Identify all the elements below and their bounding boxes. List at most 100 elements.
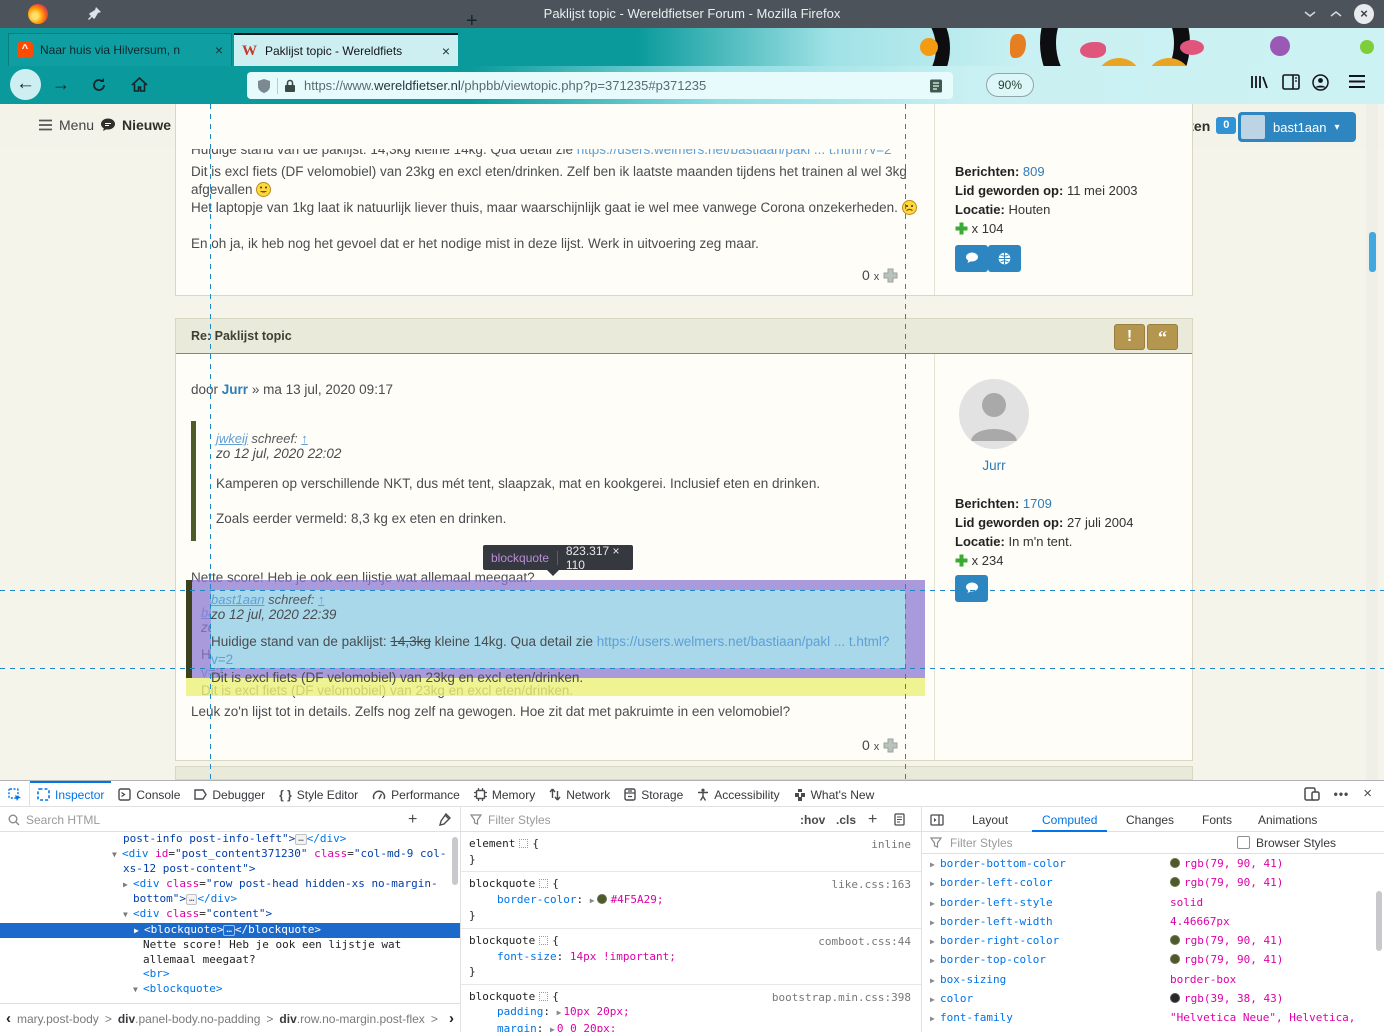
account-icon[interactable]: [1312, 74, 1329, 91]
side-tab-fonts[interactable]: Fonts: [1192, 807, 1242, 832]
url-bar[interactable]: https://www.wereldfietser.nl/phpbb/viewt…: [247, 72, 953, 99]
markup-view[interactable]: post-info post-info-left">…</div> ▼<div …: [0, 832, 460, 1003]
rule-blockquote-bootstrap[interactable]: blockquote{bootstrap.min.css:398 padding…: [461, 985, 921, 1032]
tab-close-icon[interactable]: ×: [215, 42, 223, 58]
minimize-button[interactable]: [1300, 4, 1320, 24]
rule-source[interactable]: inline: [871, 837, 911, 853]
tab-debugger[interactable]: Debugger: [187, 781, 272, 806]
breadcrumb-back-icon[interactable]: ‹: [6, 1010, 11, 1027]
selected-node-blockquote[interactable]: ▶<blockquote>…</blockquote>: [0, 923, 460, 939]
menu-hamburger-icon[interactable]: [1348, 74, 1366, 89]
rule-source[interactable]: bootstrap.min.css:398: [772, 990, 911, 1006]
responsive-mode-icon[interactable]: [1304, 787, 1320, 801]
highlight-target-icon[interactable]: [539, 879, 548, 888]
expander-icon[interactable]: ▼: [123, 908, 133, 923]
page-scrollbar-thumb[interactable]: [1369, 232, 1376, 272]
tab-console[interactable]: Console: [111, 781, 187, 806]
rule-source[interactable]: comboot.css:44: [818, 934, 911, 950]
breadcrumb[interactable]: ‹ mary.post-body > div.panel-body.no-pad…: [0, 1003, 460, 1032]
tab-storage[interactable]: Storage: [617, 781, 690, 806]
post2-pm-button[interactable]: [955, 575, 988, 602]
reload-button[interactable]: [86, 72, 112, 98]
post2-avatar[interactable]: [959, 379, 1029, 449]
author-link[interactable]: Jurr: [222, 382, 248, 397]
breadcrumb-forward-icon[interactable]: ›: [449, 1010, 454, 1027]
breadcrumb-item[interactable]: mary.post-body: [17, 1012, 99, 1026]
add-node-button[interactable]: +: [408, 807, 417, 832]
side-tab-changes[interactable]: Changes: [1116, 807, 1184, 832]
home-button[interactable]: [126, 72, 152, 98]
rules-view[interactable]: element{inline } blockquote{like.css:163…: [461, 832, 921, 1032]
computed-filter-input[interactable]: Filter Styles: [950, 836, 1013, 850]
search-html-input[interactable]: Search HTML: [8, 807, 388, 832]
quote-jump-arrow[interactable]: ↑: [301, 431, 308, 446]
maximize-button[interactable]: [1326, 4, 1346, 24]
tab-style-editor[interactable]: { } Style Editor: [272, 781, 365, 806]
eyedropper-icon[interactable]: [438, 807, 451, 832]
highlight-target-icon[interactable]: [519, 839, 528, 848]
computed-row[interactable]: ▶border-left-width4.46667px: [922, 912, 1384, 931]
computed-row[interactable]: ▶border-left-stylesolid: [922, 893, 1384, 912]
expander-icon[interactable]: ▶: [134, 924, 144, 939]
tab-inspector[interactable]: Inspector: [30, 781, 111, 806]
color-swatch[interactable]: [597, 894, 607, 904]
sidebar-expand-icon[interactable]: [930, 807, 944, 832]
computed-row[interactable]: ▶font-family"Helvetica Neue", Helvetica,: [922, 1008, 1384, 1027]
tracking-shield-icon[interactable]: [257, 78, 271, 94]
page-scrollbar[interactable]: [1366, 104, 1378, 780]
post2-like-counter[interactable]: 0 x: [862, 737, 898, 753]
devtools-close-icon[interactable]: ×: [1363, 785, 1372, 802]
tab-wereldfietser[interactable]: W Paklijst topic - Wereldfiets ×: [234, 33, 458, 66]
post1-website-button[interactable]: [988, 245, 1021, 272]
expander-icon[interactable]: ▶: [123, 878, 133, 893]
tab-whats-new[interactable]: What's New: [787, 781, 882, 806]
side-tab-layout[interactable]: Layout: [962, 807, 1018, 832]
new-tab-button[interactable]: +: [466, 10, 478, 33]
expander-icon[interactable]: ▼: [133, 983, 143, 998]
close-button[interactable]: ×: [1354, 4, 1374, 24]
post1-pm-button[interactable]: [955, 245, 988, 272]
back-button[interactable]: ←: [10, 69, 41, 100]
tab-accessibility[interactable]: Accessibility: [690, 781, 786, 806]
filter-styles-input[interactable]: Filter Styles: [470, 807, 551, 832]
computed-row[interactable]: ▶box-sizingborder-box: [922, 970, 1384, 989]
plus-like-icon[interactable]: [883, 738, 898, 753]
tab-strava[interactable]: ^ Naar huis via Hilversum, n ×: [8, 33, 232, 66]
tab-performance[interactable]: Performance: [365, 781, 467, 806]
breadcrumb-item[interactable]: div.row.no-margin.post-flex: [279, 1012, 424, 1026]
pick-element-button[interactable]: [0, 781, 30, 806]
sidebar-icon[interactable]: [1282, 74, 1300, 90]
quote-post-button[interactable]: “: [1147, 324, 1178, 350]
side-tab-animations[interactable]: Animations: [1248, 807, 1327, 832]
paklijst-link[interactable]: https://users.welmers.net/bastiaan/pakl …: [577, 149, 892, 157]
side-tab-computed[interactable]: Computed: [1032, 807, 1107, 832]
tab-memory[interactable]: Memory: [467, 781, 542, 806]
computed-row[interactable]: ▶colorrgb(39, 38, 43): [922, 989, 1384, 1008]
report-post-button[interactable]: !: [1114, 324, 1145, 350]
post-count-link[interactable]: 809: [1023, 164, 1045, 179]
tab-close-icon[interactable]: ×: [442, 43, 450, 59]
breadcrumb-item[interactable]: div.panel-body.no-padding: [118, 1012, 261, 1026]
forward-button[interactable]: →: [48, 72, 74, 98]
plus-like-icon[interactable]: [883, 268, 898, 283]
post1-like-counter[interactable]: 0 x: [862, 267, 898, 283]
post-count-link[interactable]: 1709: [1023, 496, 1052, 511]
library-icon[interactable]: [1250, 74, 1268, 90]
computed-row[interactable]: ▶border-right-colorrgb(79, 90, 41): [922, 931, 1384, 950]
post2-author-link[interactable]: Jurr: [936, 457, 1052, 475]
expander-icon[interactable]: ▼: [112, 848, 122, 863]
computed-scrollbar-thumb[interactable]: [1376, 891, 1382, 951]
tab-network[interactable]: Network: [542, 781, 617, 806]
rule-blockquote-comboot[interactable]: blockquote{comboot.css:44 font-size: 14p…: [461, 929, 921, 985]
markup-scrollbar-thumb[interactable]: [452, 837, 458, 885]
class-toggle[interactable]: .cls: [836, 807, 856, 832]
quote-jump-arrow[interactable]: ↑: [318, 592, 325, 607]
rule-source[interactable]: like.css:163: [832, 877, 911, 893]
computed-row[interactable]: ▶border-left-colorrgb(79, 90, 41): [922, 873, 1384, 892]
highlight-target-icon[interactable]: [539, 992, 548, 1001]
zoom-indicator[interactable]: 90%: [986, 73, 1034, 97]
highlight-target-icon[interactable]: [539, 936, 548, 945]
rule-blockquote-like[interactable]: blockquote{like.css:163 border-color: ▶#…: [461, 872, 921, 929]
print-media-icon[interactable]: [894, 807, 905, 832]
pseudo-class-toggle[interactable]: :hov: [800, 807, 825, 832]
